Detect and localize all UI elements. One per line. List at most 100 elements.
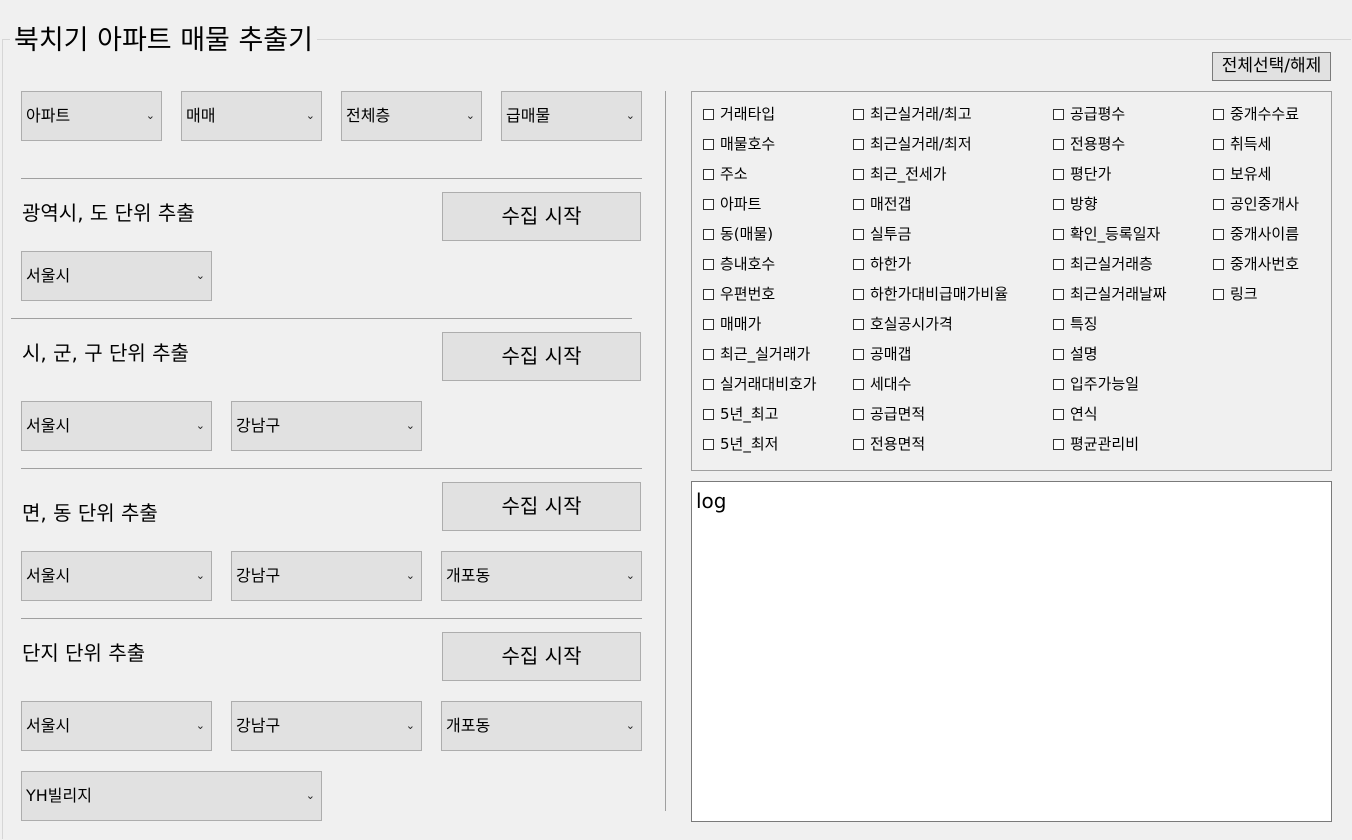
- column-checkbox[interactable]: 전용평수: [1053, 134, 1125, 154]
- select-all-toggle-button[interactable]: 전체선택/해제: [1212, 52, 1331, 81]
- checkbox-square-icon[interactable]: [1053, 288, 1064, 300]
- district-province-select[interactable]: 서울시 ⌄: [21, 401, 212, 451]
- checkbox-square-icon[interactable]: [1053, 168, 1064, 180]
- column-checkbox[interactable]: 층내호수: [703, 254, 775, 274]
- collect-start-button-district[interactable]: 수집 시작: [442, 332, 641, 381]
- complex-province-select[interactable]: 서울시 ⌄: [21, 701, 212, 751]
- column-checkbox[interactable]: 중개사번호: [1213, 254, 1299, 274]
- log-textarea[interactable]: log: [691, 481, 1332, 822]
- dong-dong-select[interactable]: 개포동 ⌄: [441, 551, 642, 601]
- column-checkbox[interactable]: 연식: [1053, 404, 1098, 424]
- column-checkbox[interactable]: 하한가대비급매가비율: [853, 284, 1008, 304]
- checkbox-square-icon[interactable]: [1213, 138, 1224, 150]
- collect-start-button-complex[interactable]: 수집 시작: [442, 632, 641, 681]
- dong-gu-select[interactable]: 강남구 ⌄: [231, 551, 422, 601]
- dong-province-select[interactable]: 서울시 ⌄: [21, 551, 212, 601]
- column-checkbox[interactable]: 하한가: [853, 254, 911, 274]
- checkbox-square-icon[interactable]: [703, 108, 714, 120]
- checkbox-square-icon[interactable]: [1053, 138, 1064, 150]
- collect-start-button-dong[interactable]: 수집 시작: [442, 482, 641, 531]
- province-select[interactable]: 서울시 ⌄: [21, 251, 212, 301]
- checkbox-square-icon[interactable]: [703, 378, 714, 390]
- column-checkbox[interactable]: 확인_등록일자: [1053, 224, 1160, 244]
- checkbox-square-icon[interactable]: [703, 198, 714, 210]
- checkbox-square-icon[interactable]: [1053, 108, 1064, 120]
- floor-select[interactable]: 전체층 ⌄: [341, 91, 482, 141]
- column-checkbox[interactable]: 최근_실거래가: [703, 344, 810, 364]
- trade-type-select[interactable]: 매매 ⌄: [181, 91, 322, 141]
- checkbox-square-icon[interactable]: [853, 408, 864, 420]
- checkbox-square-icon[interactable]: [1213, 288, 1224, 300]
- column-checkbox[interactable]: 공매갭: [853, 344, 911, 364]
- checkbox-square-icon[interactable]: [1053, 198, 1064, 210]
- column-checkbox[interactable]: 호실공시가격: [853, 314, 953, 334]
- column-checkbox[interactable]: 평균관리비: [1053, 434, 1139, 454]
- checkbox-square-icon[interactable]: [853, 348, 864, 360]
- complex-name-select[interactable]: YH빌리지 ⌄: [21, 771, 322, 821]
- column-checkbox[interactable]: 평단가: [1053, 164, 1111, 184]
- checkbox-square-icon[interactable]: [1213, 258, 1224, 270]
- column-checkbox[interactable]: 최근실거래/최저: [853, 134, 972, 154]
- checkbox-square-icon[interactable]: [1053, 348, 1064, 360]
- checkbox-square-icon[interactable]: [853, 378, 864, 390]
- checkbox-square-icon[interactable]: [703, 138, 714, 150]
- district-gu-select[interactable]: 강남구 ⌄: [231, 401, 422, 451]
- checkbox-square-icon[interactable]: [853, 228, 864, 240]
- checkbox-square-icon[interactable]: [853, 438, 864, 450]
- listing-type-select[interactable]: 급매물 ⌄: [501, 91, 642, 141]
- column-checkbox[interactable]: 설명: [1053, 344, 1098, 364]
- checkbox-square-icon[interactable]: [853, 168, 864, 180]
- checkbox-square-icon[interactable]: [1053, 378, 1064, 390]
- checkbox-square-icon[interactable]: [1213, 108, 1224, 120]
- checkbox-square-icon[interactable]: [703, 168, 714, 180]
- checkbox-square-icon[interactable]: [1053, 228, 1064, 240]
- column-checkbox[interactable]: 중개사이름: [1213, 224, 1299, 244]
- column-checkbox[interactable]: 매매가: [703, 314, 761, 334]
- column-checkbox[interactable]: 주소: [703, 164, 748, 184]
- complex-dong-select[interactable]: 개포동 ⌄: [441, 701, 642, 751]
- checkbox-square-icon[interactable]: [1053, 318, 1064, 330]
- checkbox-square-icon[interactable]: [703, 228, 714, 240]
- column-checkbox[interactable]: 중개수수료: [1213, 104, 1299, 124]
- checkbox-square-icon[interactable]: [703, 288, 714, 300]
- checkbox-square-icon[interactable]: [1213, 198, 1224, 210]
- column-checkbox[interactable]: 동(매물): [703, 224, 773, 244]
- column-checkbox[interactable]: 거래타입: [703, 104, 775, 124]
- checkbox-square-icon[interactable]: [703, 408, 714, 420]
- checkbox-square-icon[interactable]: [703, 348, 714, 360]
- checkbox-square-icon[interactable]: [1213, 168, 1224, 180]
- column-checkbox[interactable]: 방향: [1053, 194, 1098, 214]
- checkbox-square-icon[interactable]: [853, 318, 864, 330]
- column-checkbox[interactable]: 최근실거래층: [1053, 254, 1153, 274]
- column-checkbox[interactable]: 전용면적: [853, 434, 925, 454]
- checkbox-square-icon[interactable]: [1053, 258, 1064, 270]
- column-checkbox[interactable]: 공급면적: [853, 404, 925, 424]
- column-checkbox[interactable]: 특징: [1053, 314, 1098, 334]
- checkbox-square-icon[interactable]: [853, 258, 864, 270]
- checkbox-square-icon[interactable]: [703, 318, 714, 330]
- collect-start-button-province[interactable]: 수집 시작: [442, 192, 641, 241]
- column-checkbox[interactable]: 최근실거래날짜: [1053, 284, 1167, 304]
- column-checkbox[interactable]: 아파트: [703, 194, 761, 214]
- complex-gu-select[interactable]: 강남구 ⌄: [231, 701, 422, 751]
- column-checkbox[interactable]: 최근_전세가: [853, 164, 947, 184]
- column-checkbox[interactable]: 매전갭: [853, 194, 911, 214]
- checkbox-square-icon[interactable]: [853, 108, 864, 120]
- column-checkbox[interactable]: 입주가능일: [1053, 374, 1139, 394]
- column-checkbox[interactable]: 보유세: [1213, 164, 1271, 184]
- property-type-select[interactable]: 아파트 ⌄: [21, 91, 162, 141]
- checkbox-square-icon[interactable]: [1053, 408, 1064, 420]
- checkbox-square-icon[interactable]: [703, 438, 714, 450]
- checkbox-square-icon[interactable]: [853, 288, 864, 300]
- column-checkbox[interactable]: 취득세: [1213, 134, 1271, 154]
- column-checkbox[interactable]: 실투금: [853, 224, 911, 244]
- column-checkbox[interactable]: 세대수: [853, 374, 911, 394]
- column-checkbox[interactable]: 링크: [1213, 284, 1258, 304]
- column-checkbox[interactable]: 매물호수: [703, 134, 775, 154]
- column-checkbox[interactable]: 5년_최고: [703, 404, 778, 424]
- checkbox-square-icon[interactable]: [853, 198, 864, 210]
- checkbox-square-icon[interactable]: [1213, 228, 1224, 240]
- column-checkbox[interactable]: 공인중개사: [1213, 194, 1299, 214]
- column-checkbox[interactable]: 우편번호: [703, 284, 775, 304]
- column-checkbox[interactable]: 실거래대비호가: [703, 374, 817, 394]
